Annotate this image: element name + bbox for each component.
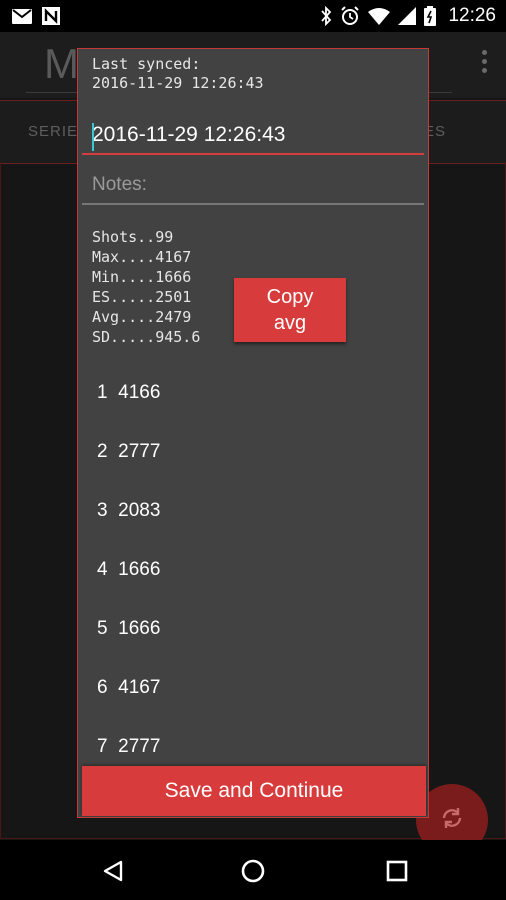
signal-icon [398,7,417,25]
copy-avg-button[interactable]: Copy avg [234,278,346,342]
stat-avg: Avg....2479 [92,308,192,326]
series-dialog: Last synced: 2016-11-29 12:26:43 Shots..… [77,48,429,818]
status-bar: 12:26 [0,0,506,32]
shot-row[interactable]: 6 4167 [97,677,160,736]
shot-list: 1 4166 2 2777 3 2083 4 1666 5 1666 6 416… [97,382,160,795]
last-synced-label: Last synced: [92,55,201,73]
stat-max: Max....4167 [92,248,192,266]
stat-min: Min....1666 [92,268,192,286]
app-title: M [44,40,79,87]
shot-row[interactable]: 2 2777 [97,441,160,500]
battery-icon [424,6,437,26]
navigation-bar [0,840,506,900]
series-title-input[interactable] [82,117,424,155]
gmail-icon [12,8,32,24]
shot-row[interactable]: 4 1666 [97,559,160,618]
copy-avg-label-line2: avg [273,312,307,334]
sync-icon [439,805,465,836]
shot-row[interactable]: 3 2083 [97,500,160,559]
n-icon [42,7,60,25]
alarm-icon [340,6,360,26]
stats-block: Shots..99 Max....4167 Min....1666 ES....… [92,227,200,347]
wifi-icon [368,7,391,25]
copy-avg-label-line1: Copy [266,286,314,308]
shot-row[interactable]: 1 4166 [97,382,160,441]
stat-shots: Shots..99 [92,228,174,246]
stat-es: ES.....2501 [92,288,192,306]
tab-series[interactable]: SERIE [28,123,78,140]
stat-sd: SD.....945.6 [92,328,201,346]
status-time: 12:26 [448,5,496,26]
notes-input[interactable] [82,167,424,205]
recents-icon[interactable] [382,856,412,886]
home-icon[interactable] [238,856,268,886]
text-cursor [92,123,94,151]
back-icon[interactable] [98,856,128,886]
bluetooth-icon [320,6,332,26]
overflow-menu-icon[interactable] [482,50,488,77]
shot-row[interactable]: 5 1666 [97,618,160,677]
last-synced-value: 2016-11-29 12:26:43 [92,74,264,92]
save-and-continue-button[interactable]: Save and Continue [82,766,426,816]
